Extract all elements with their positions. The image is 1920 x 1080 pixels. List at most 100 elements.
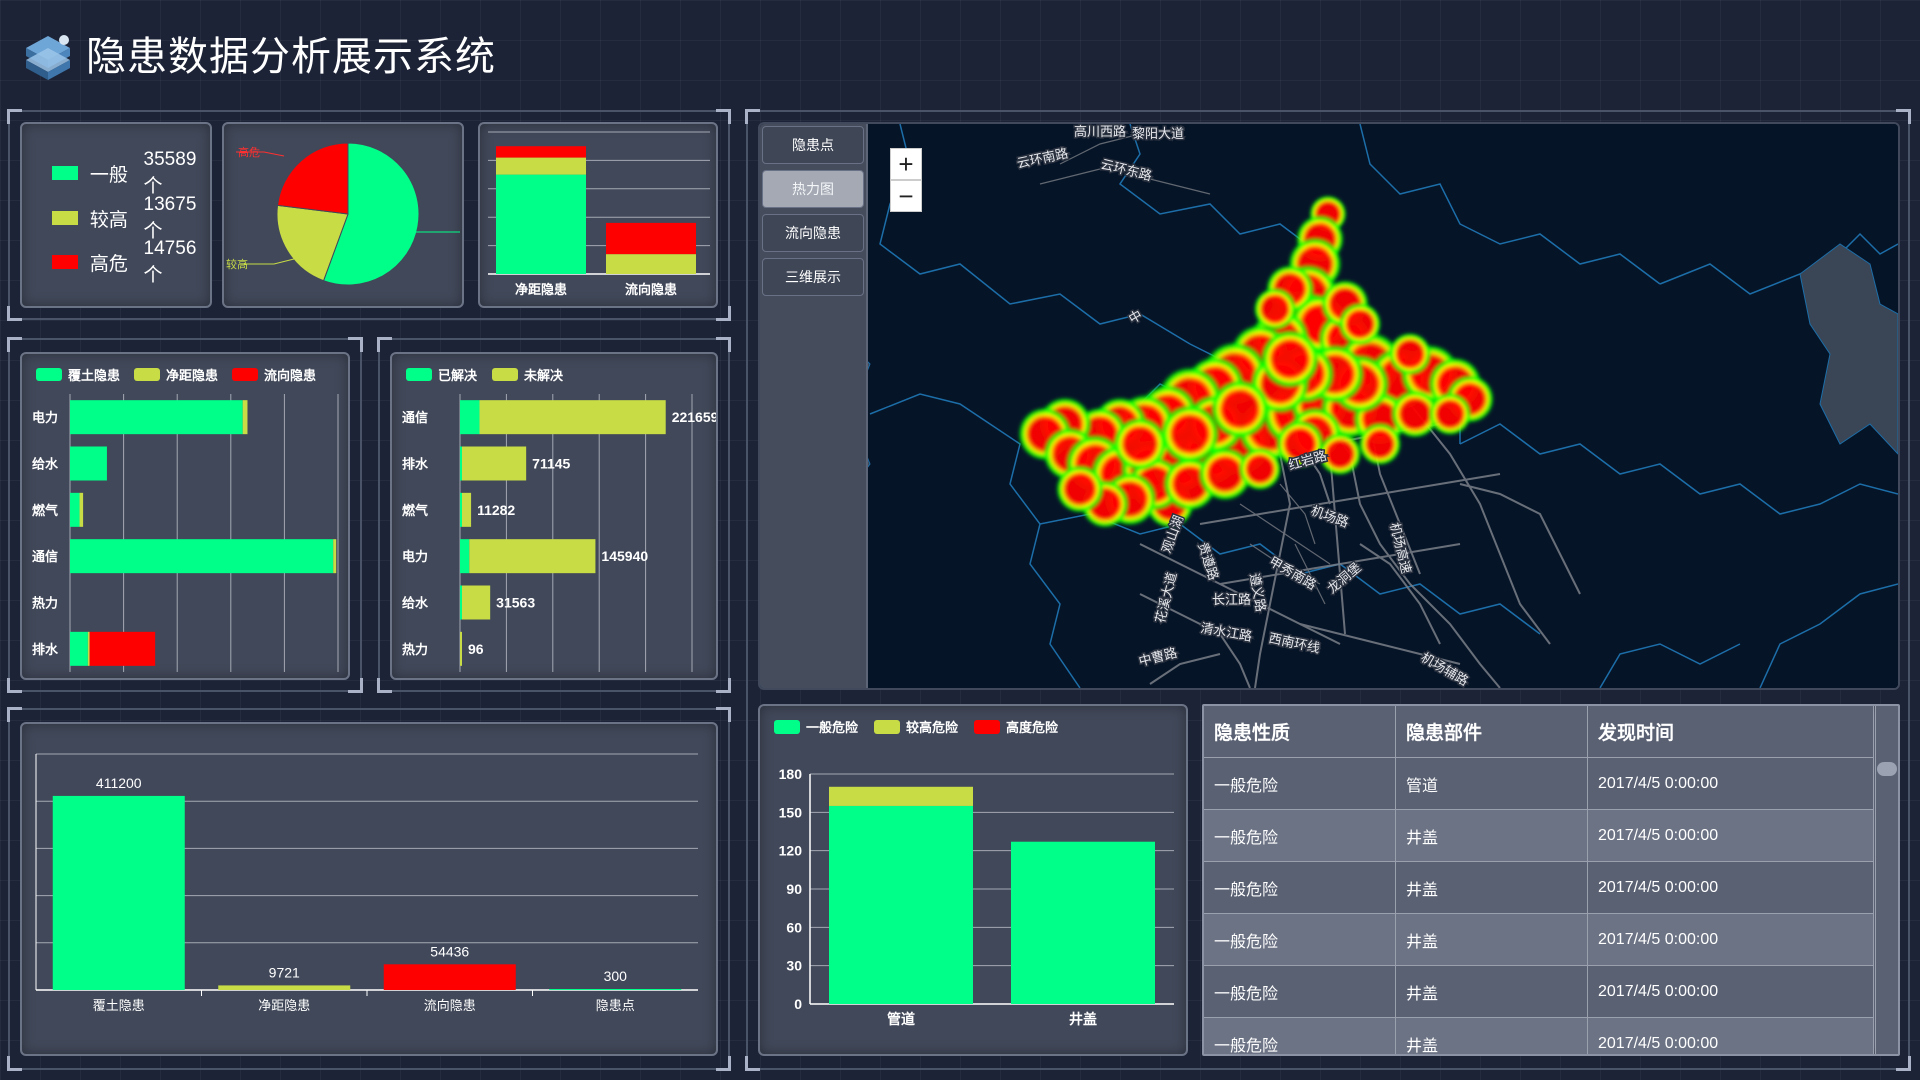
bar-segment: [333, 539, 337, 574]
scrollbar-thumb[interactable]: [1877, 762, 1897, 776]
x-tick-label: 流向隐患: [424, 998, 476, 1013]
bar-segment: [462, 585, 491, 620]
resolved-hbar-chart: 已解决 未解决通信 221659 排水 71145 燃气 11282 电力 145940 给水 31…: [402, 368, 719, 672]
pie-label-mid: 较高: [226, 257, 248, 271]
heat-spot: [1238, 447, 1282, 491]
legend-swatch: [52, 166, 78, 180]
bar: [383, 964, 516, 990]
bar-segment: [70, 539, 334, 574]
table-cell: 一般危险: [1204, 810, 1396, 861]
table-cell: 井盖: [1396, 810, 1588, 861]
resolved-panel: 已解决 未解决 通信 221659 排水 71145 燃气 11282 电力 145940 给水 31…: [390, 352, 719, 680]
heatmap-map[interactable]: 高川西路 黎阳大道 云环南路 云环东路 中 红岩路 机场路 长江路 清水江路 西…: [758, 122, 1900, 690]
bar-segment: [87, 631, 90, 666]
heat-spot: [1113, 417, 1167, 471]
x-tick-label: 管道: [887, 1011, 915, 1027]
heat-spot: [1388, 332, 1432, 376]
y-tick-label: 热力: [402, 642, 428, 657]
table-row[interactable]: 一般危险 井盖 2017/4/5 0:00:00: [1204, 862, 1874, 914]
table-row[interactable]: 一般危险 井盖 2017/4/5 0:00:00: [1204, 1018, 1874, 1054]
pie-chart: 高危 较高: [226, 142, 460, 286]
y-tick-label: 电力: [32, 410, 58, 425]
bar-segment: [89, 631, 156, 666]
table-scrollbar[interactable]: [1875, 706, 1898, 1054]
data-label: 54436: [430, 943, 469, 959]
bar-segment: [460, 400, 480, 435]
bar-segment: [460, 539, 470, 574]
bar-segment: [1011, 841, 1155, 1004]
table-row[interactable]: 一般危险 井盖 2017/4/5 0:00:00: [1204, 914, 1874, 966]
heat-spot: [1260, 329, 1320, 389]
y-tick-label: 通信: [402, 410, 428, 425]
tab-heatmap[interactable]: 热力图: [762, 170, 864, 208]
legend-label: 较高: [89, 209, 128, 231]
y-tick-label: 给水: [402, 596, 429, 611]
map-canvas[interactable]: 高川西路 黎阳大道 云环南路 云环东路 中 红岩路 机场路 长江路 清水江路 西…: [760, 124, 1898, 688]
legend-item-normal: 一般 35589个: [52, 149, 210, 197]
legend-label: 一般危险: [806, 720, 859, 735]
bar-segment: [70, 492, 80, 527]
table-cell: 2017/4/5 0:00:00: [1588, 966, 1874, 1017]
x-tick-label: 净距隐患: [515, 282, 567, 297]
x-tick-label: 隐患点: [596, 998, 635, 1013]
legend-value: 13675个: [143, 193, 197, 242]
zoom-in-button[interactable]: +: [890, 148, 922, 180]
column-header[interactable]: 发现时间: [1588, 706, 1874, 757]
legend-swatch: [36, 368, 62, 381]
heat-spot: [1338, 302, 1382, 346]
column-header[interactable]: 隐患部件: [1396, 706, 1588, 757]
y-tick-label: 90: [786, 881, 802, 897]
legend-label: 流向隐患: [264, 368, 316, 383]
legend-swatch: [774, 720, 800, 734]
table-header-row: 隐患性质 隐患部件 发现时间: [1204, 706, 1874, 758]
heat-spot: [1055, 464, 1105, 514]
table-cell: 一般危险: [1204, 1018, 1396, 1054]
tab-3d-view[interactable]: 三维展示: [762, 258, 864, 296]
heat-spot: [1428, 392, 1472, 436]
table-cell: 管道: [1396, 758, 1588, 809]
legend-label: 净距隐患: [166, 368, 218, 383]
risk-panel: 一般危险 较高危险 高度危险 0 30 60 90 120 150 180 管道 井盖: [758, 704, 1188, 1056]
legend-label: 高危: [89, 253, 128, 275]
table-cell: 2017/4/5 0:00:00: [1588, 810, 1874, 861]
table-cell: 一般危险: [1204, 966, 1396, 1017]
legend-item-high-risk: 高危 14756个: [52, 238, 210, 286]
category-hbar-chart: 覆土隐患 净距隐患 流向隐患电力给水燃气通信热力排水: [32, 368, 339, 672]
page-title: 隐患数据分析展示系统: [86, 35, 496, 79]
server-stack-icon: [20, 28, 76, 84]
legend-swatch: [874, 720, 900, 734]
y-tick-label: 150: [779, 804, 803, 820]
y-tick-label: 通信: [32, 549, 58, 564]
stacked-type-chart: 净距隐患 流向隐患: [488, 131, 710, 297]
road-label: 黎阳大道: [1132, 126, 1184, 141]
table-row[interactable]: 一般危险 井盖 2017/4/5 0:00:00: [1204, 966, 1874, 1018]
tab-flow-hazard[interactable]: 流向隐患: [762, 214, 864, 252]
bar-segment: [462, 446, 527, 481]
pie-slice: [276, 142, 349, 215]
zoom-out-button[interactable]: −: [890, 180, 922, 212]
legend-label: 覆土隐患: [68, 368, 120, 383]
table-cell: 2017/4/5 0:00:00: [1588, 914, 1874, 965]
table-row[interactable]: 一般危险 井盖 2017/4/5 0:00:00: [1204, 810, 1874, 862]
legend-swatch: [232, 368, 258, 381]
x-tick-label: 覆土隐患: [93, 998, 145, 1013]
totals-bar-chart: 411200 覆土隐患 9721 净距隐患 54436 流向隐患 300 隐患点: [35, 753, 698, 1013]
y-tick-label: 电力: [402, 549, 428, 564]
x-tick-label: 净距隐患: [258, 998, 310, 1013]
bar-segment: [460, 585, 462, 620]
column-header[interactable]: 隐患性质: [1204, 706, 1396, 757]
table-cell: 2017/4/5 0:00:00: [1588, 862, 1874, 913]
table-cell: 2017/4/5 0:00:00: [1588, 1018, 1874, 1054]
pie-label-high: 高危: [238, 145, 260, 159]
bar: [218, 985, 351, 990]
tab-hazard-points[interactable]: 隐患点: [762, 126, 864, 164]
bar-segment: [242, 400, 248, 435]
heat-spot: [1358, 422, 1402, 466]
table-row[interactable]: 一般危险 管道 2017/4/5 0:00:00: [1204, 758, 1874, 810]
x-tick-label: 井盖: [1069, 1011, 1097, 1027]
bar-segment: [460, 446, 462, 481]
data-label: 145940: [601, 548, 648, 564]
bar-segment: [462, 492, 472, 527]
bar-segment: [829, 805, 973, 1004]
table-cell: 2017/4/5 0:00:00: [1588, 758, 1874, 809]
